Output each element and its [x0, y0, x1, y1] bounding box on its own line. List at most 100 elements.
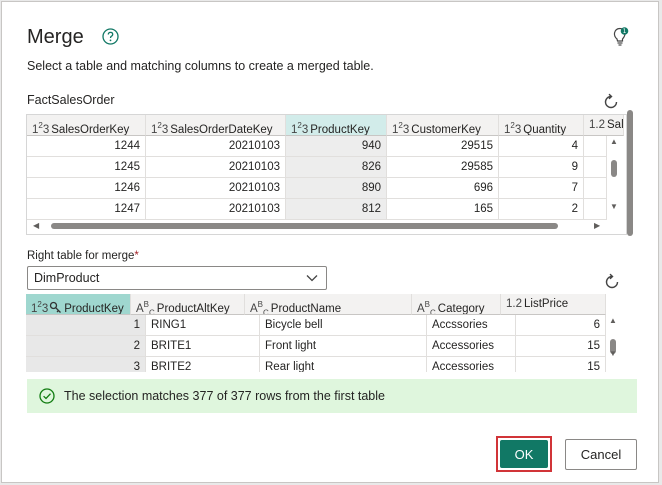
- table-row: 1244 20210103 940 29515 4: [27, 136, 607, 157]
- table-row: 3 BRITE2 Rear light Accessories 15: [26, 357, 606, 372]
- right-table-dropdown[interactable]: DimProduct: [27, 266, 327, 290]
- table-cell: Bicycle bell: [260, 315, 427, 336]
- table-row: 1245 20210103 826 29585 9: [27, 157, 607, 178]
- table-cell: 15: [516, 357, 606, 372]
- table-cell: 20210103: [146, 178, 286, 199]
- right-table-label: Right table for merge*: [27, 250, 139, 262]
- svg-text:1: 1: [623, 28, 627, 35]
- table-cell: 1245: [27, 157, 146, 178]
- table-cell: 20210103: [146, 157, 286, 178]
- column-header-productkey[interactable]: 123 ProductKey: [286, 115, 387, 136]
- table-cell: 20210103: [146, 199, 286, 220]
- table-cell: 940: [286, 136, 387, 157]
- left-table-grid: 123 SalesOrderKey 123 SalesOrderDateKey 12…: [26, 114, 627, 235]
- left-table-vertical-scrollbar[interactable]: ▲ ▼: [609, 136, 619, 214]
- right-table-vertical-scrollbar[interactable]: ▲ ▼: [608, 315, 618, 372]
- number-type-icon: 123: [151, 121, 169, 136]
- right-table-header: 123 ProductKey ABC ProductAltKey ABC Produc…: [26, 294, 606, 315]
- scroll-up-icon[interactable]: ▲: [610, 138, 618, 146]
- table-cell: 165: [387, 199, 499, 220]
- refresh-icon[interactable]: [601, 92, 621, 112]
- table-row: 1 RING1 Bicycle bell Accssories 6: [26, 315, 606, 336]
- table-cell: 7: [499, 178, 584, 199]
- column-header-category[interactable]: ABC Category: [412, 294, 501, 315]
- table-cell: 696: [387, 178, 499, 199]
- scroll-down-icon[interactable]: ▼: [609, 350, 617, 358]
- column-header-customerkey[interactable]: 123 CustomerKey: [387, 115, 499, 136]
- table-cell: Front light: [260, 336, 427, 357]
- table-cell: 812: [286, 199, 387, 220]
- check-circle-icon: [39, 388, 55, 404]
- column-header-productkey[interactable]: 123 ProductKey: [26, 294, 131, 315]
- number-type-icon: 123: [32, 121, 50, 136]
- number-type-icon: 123: [291, 121, 309, 136]
- table-row: 1246 20210103 890 696 7: [27, 178, 607, 199]
- scroll-up-icon[interactable]: ▲: [609, 317, 617, 325]
- table-cell: Accessories: [427, 336, 516, 357]
- table-cell: 1246: [27, 178, 146, 199]
- chevron-down-icon: [306, 275, 318, 282]
- column-header-sal[interactable]: 1.2 Sal: [584, 115, 624, 136]
- table-cell: 29515: [387, 136, 499, 157]
- table-cell: BRITE1: [146, 336, 260, 357]
- text-type-icon: ABC: [136, 300, 155, 315]
- column-header-salesorderdatekey[interactable]: 123 SalesOrderDateKey: [146, 115, 286, 136]
- table-cell: [584, 178, 607, 199]
- table-cell: 2: [499, 199, 584, 220]
- table-cell: 826: [286, 157, 387, 178]
- column-header-salesorderkey[interactable]: 123 SalesOrderKey: [27, 115, 146, 136]
- dialog-scroll-thumb[interactable]: [627, 110, 633, 236]
- table-cell: RING1: [146, 315, 260, 336]
- match-status-banner: The selection matches 377 of 377 rows fr…: [27, 379, 637, 413]
- table-cell: [584, 157, 607, 178]
- table-cell: [584, 136, 607, 157]
- table-cell: 1: [26, 315, 146, 336]
- right-table-selected: DimProduct: [34, 271, 100, 285]
- cancel-button[interactable]: Cancel: [565, 439, 637, 470]
- dialog-title: Merge: [27, 26, 84, 48]
- column-header-listprice[interactable]: 1.2 ListPrice: [501, 294, 606, 315]
- scroll-thumb[interactable]: [611, 160, 617, 177]
- table-cell: 9: [499, 157, 584, 178]
- left-table-header: 123 SalesOrderKey 123 SalesOrderDateKey 12…: [27, 115, 626, 136]
- refresh-icon[interactable]: [602, 272, 622, 292]
- table-row: 2 BRITE1 Front light Accessories 15: [26, 336, 606, 357]
- table-cell: 6: [516, 315, 606, 336]
- column-header-quantity[interactable]: 123 Quantity: [499, 115, 584, 136]
- table-cell: 29585: [387, 157, 499, 178]
- dialog-subtitle: Select a table and matching columns to c…: [27, 59, 374, 73]
- number-type-icon: 123: [504, 121, 522, 136]
- scroll-down-icon[interactable]: ▼: [610, 203, 618, 211]
- table-cell: 20210103: [146, 136, 286, 157]
- lightbulb-icon[interactable]: 1: [613, 27, 629, 47]
- ok-button-highlight: OK: [496, 436, 552, 472]
- table-row: 1247 20210103 812 165 2: [27, 199, 607, 220]
- table-cell: 3: [26, 357, 146, 372]
- table-cell: 2: [26, 336, 146, 357]
- ok-button[interactable]: OK: [500, 440, 548, 468]
- decimal-type-icon: 1.2: [506, 298, 522, 310]
- number-type-icon: 123: [31, 300, 49, 315]
- scroll-thumb[interactable]: [51, 223, 558, 229]
- text-type-icon: ABC: [417, 300, 436, 315]
- table-cell: [584, 199, 607, 220]
- column-header-productaltkey[interactable]: ABC ProductAltKey: [131, 294, 245, 315]
- table-cell: 890: [286, 178, 387, 199]
- column-header-productname[interactable]: ABC ProductName: [245, 294, 412, 315]
- scroll-right-icon[interactable]: ▶: [594, 222, 600, 230]
- table-cell: Rear light: [260, 357, 427, 372]
- right-table-grid: 123 ProductKey ABC ProductAltKey ABC Produc…: [26, 294, 624, 372]
- table-cell: Accssories: [427, 315, 516, 336]
- table-cell: BRITE2: [146, 357, 260, 372]
- key-icon: [50, 301, 62, 313]
- table-cell: 4: [499, 136, 584, 157]
- help-circle-icon[interactable]: [102, 28, 119, 45]
- table-cell: Accessories: [427, 357, 516, 372]
- table-cell: 1247: [27, 199, 146, 220]
- left-table-name: FactSalesOrder: [27, 93, 115, 107]
- match-status-text: The selection matches 377 of 377 rows fr…: [64, 389, 385, 403]
- left-table-horizontal-scrollbar[interactable]: ◀ ▶: [27, 220, 607, 232]
- scroll-left-icon[interactable]: ◀: [33, 222, 39, 230]
- table-cell: 1244: [27, 136, 146, 157]
- merge-dialog: Merge 1 Select a table and matching colu…: [1, 1, 659, 483]
